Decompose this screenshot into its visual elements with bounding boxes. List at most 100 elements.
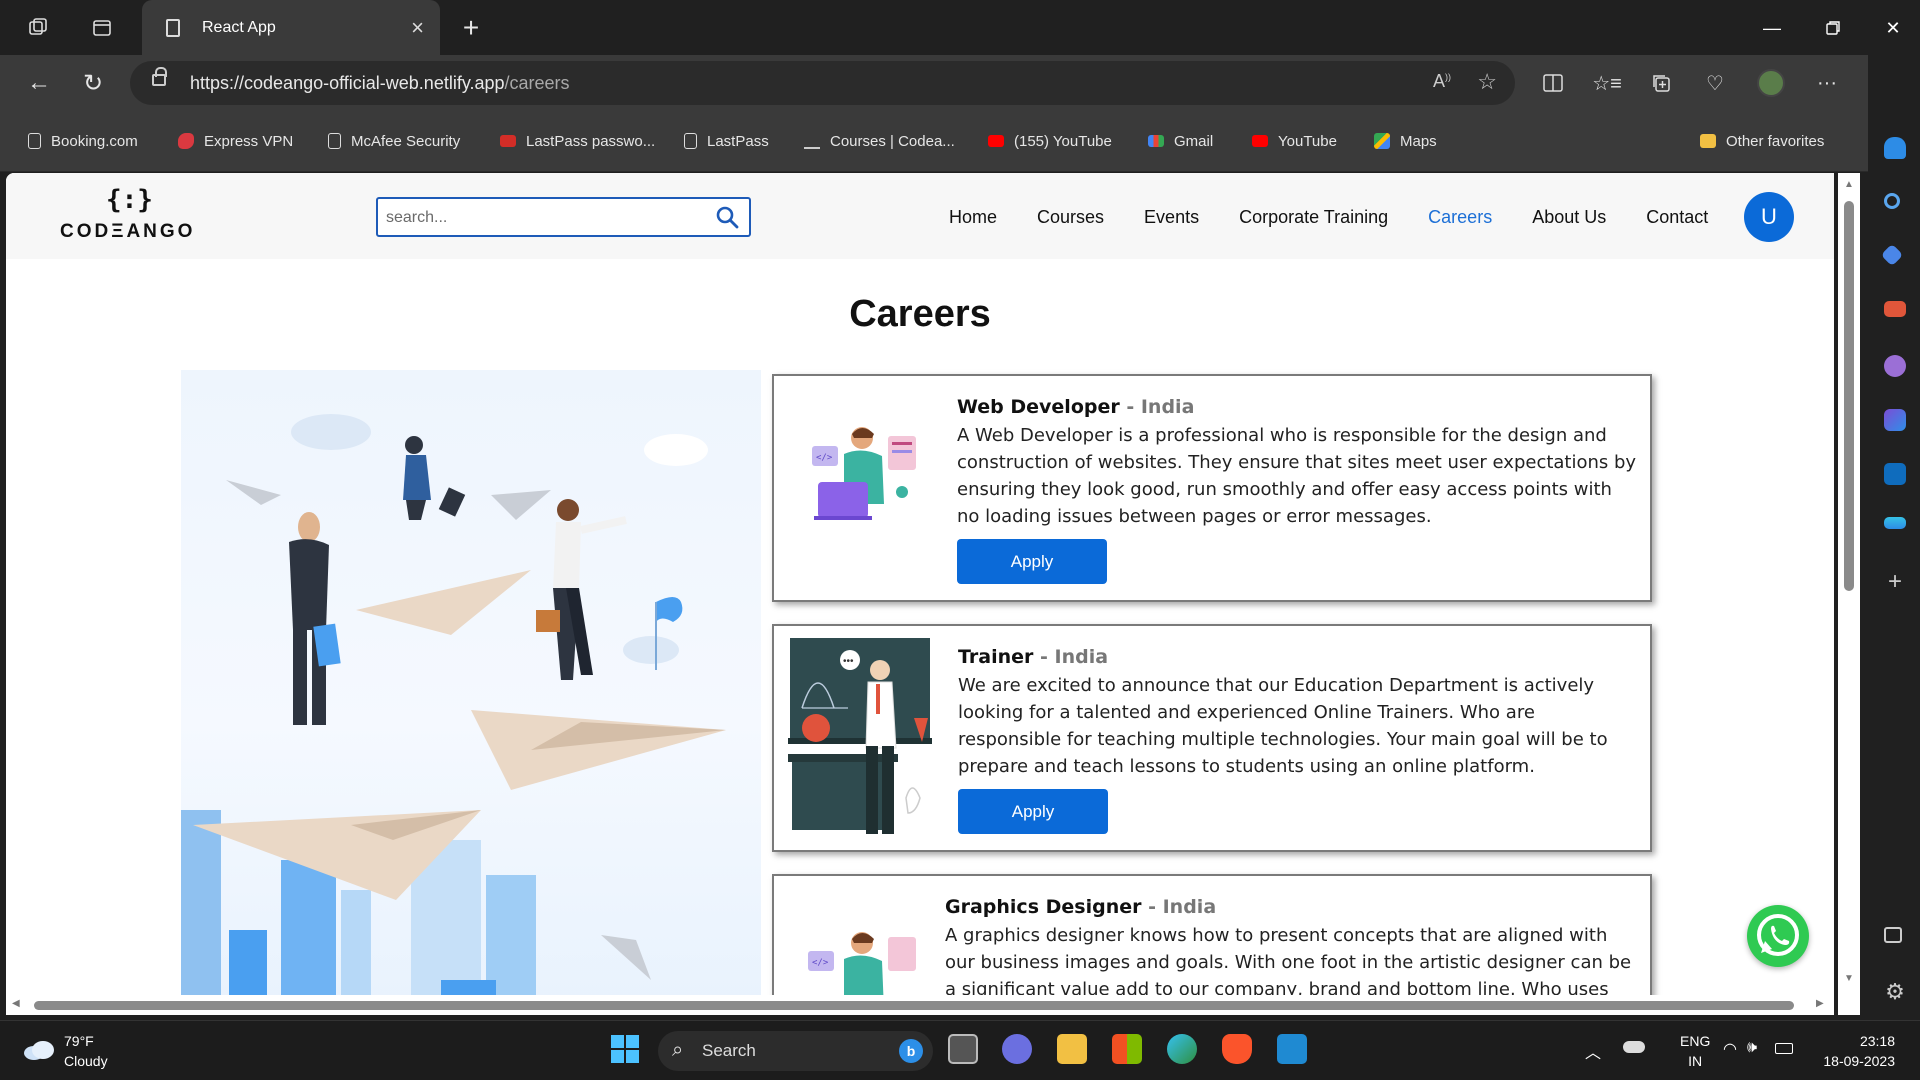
back-icon[interactable]: ← xyxy=(22,66,56,100)
svg-text:</>: </> xyxy=(816,453,833,463)
settings-gear-icon[interactable]: ⚙ xyxy=(1884,981,1906,1003)
favorite-lastpass[interactable]: LastPass xyxy=(684,130,769,152)
taskbar-search[interactable]: ⌕ Search b xyxy=(658,1031,933,1071)
file-explorer-icon[interactable] xyxy=(1057,1034,1087,1064)
favorite-mcafee[interactable]: McAfee Security xyxy=(328,130,460,152)
job-separator: - xyxy=(1119,396,1141,418)
outlook-icon[interactable] xyxy=(1884,463,1906,485)
weather-condition: Cloudy xyxy=(64,1053,108,1069)
favorite-star-icon[interactable]: ☆ xyxy=(1477,69,1497,95)
cloud-icon xyxy=(24,1041,54,1060)
horizontal-scroll-thumb[interactable] xyxy=(34,1001,1794,1010)
favorite-lastpass-password[interactable]: LastPass passwo... xyxy=(500,130,655,152)
close-window-icon[interactable]: ✕ xyxy=(1873,12,1913,44)
favorite-gmail[interactable]: Gmail xyxy=(1148,130,1213,152)
svg-text:</>: </> xyxy=(812,958,829,968)
battery-icon[interactable] xyxy=(1775,1043,1793,1054)
shopping-tag-icon[interactable] xyxy=(1880,243,1904,267)
active-tab[interactable]: React App × xyxy=(142,0,440,55)
clock[interactable]: 23:18 18-09-2023 xyxy=(1815,1031,1895,1071)
notifications-bell-icon[interactable] xyxy=(1884,137,1906,159)
new-tab-button[interactable]: + xyxy=(455,12,487,44)
minimize-icon[interactable]: — xyxy=(1752,12,1792,44)
close-tab-icon[interactable]: × xyxy=(411,15,424,41)
nav-about-us[interactable]: About Us xyxy=(1532,207,1606,231)
user-avatar[interactable]: U xyxy=(1744,192,1794,242)
workspaces-icon[interactable] xyxy=(22,12,54,44)
codeango-icon xyxy=(804,133,820,149)
page-title: Careers xyxy=(849,293,991,335)
drop-icon[interactable] xyxy=(1884,517,1906,529)
job-title: Graphics Designer xyxy=(945,896,1142,918)
search-icon[interactable] xyxy=(1884,193,1900,209)
tab-title: React App xyxy=(202,18,276,36)
scroll-up-arrow-icon[interactable]: ▲ xyxy=(1844,179,1854,190)
address-bar[interactable]: https://codeango-official-web.netlify.ap… xyxy=(130,61,1515,105)
favorite-booking[interactable]: Booking.com xyxy=(28,130,138,152)
favorite-maps[interactable]: Maps xyxy=(1374,130,1437,152)
search-input[interactable] xyxy=(386,205,706,231)
split-screen-icon[interactable] xyxy=(1536,66,1570,100)
web-developer-illustration: </> xyxy=(812,427,916,520)
scroll-right-arrow-icon[interactable]: ▶ xyxy=(1816,998,1824,1009)
expressvpn-icon xyxy=(178,133,194,149)
add-sidebar-app-icon[interactable]: + xyxy=(1884,570,1906,594)
start-button[interactable] xyxy=(610,1034,640,1064)
search-icon[interactable] xyxy=(715,205,739,229)
nav-careers[interactable]: Careers xyxy=(1428,207,1492,231)
edge-browser-icon[interactable] xyxy=(1167,1034,1197,1064)
more-options-icon[interactable]: ··· xyxy=(1810,66,1844,100)
nav-courses[interactable]: Courses xyxy=(1037,207,1104,231)
address-bar-row: ← ↻ https://codeango-official-web.netlif… xyxy=(0,55,1920,110)
job-card-web-developer: </> Web Developer - India A Web Develope… xyxy=(772,374,1652,602)
bing-icon: b xyxy=(899,1039,923,1063)
collections-icon[interactable] xyxy=(1644,66,1678,100)
tools-icon[interactable] xyxy=(1884,301,1906,317)
microsoft-365-icon[interactable] xyxy=(1884,409,1906,431)
refresh-icon[interactable]: ↻ xyxy=(76,66,110,100)
nav-home[interactable]: Home xyxy=(949,207,997,231)
teams-chat-icon[interactable] xyxy=(1002,1034,1032,1064)
nav-events[interactable]: Events xyxy=(1144,207,1199,231)
read-aloud-icon[interactable]: A)) xyxy=(1433,71,1451,92)
job-separator: - xyxy=(1141,896,1163,918)
horizontal-scrollbar[interactable]: ◀ ▶ xyxy=(6,995,1834,1015)
profile-avatar-icon[interactable] xyxy=(1754,66,1788,100)
onedrive-icon[interactable] xyxy=(1623,1041,1645,1053)
whatsapp-chat-button[interactable] xyxy=(1747,905,1809,967)
tab-actions-icon[interactable] xyxy=(86,12,118,44)
vertical-scrollbar[interactable]: ▲ ▼ xyxy=(1838,173,1860,1015)
browser-essentials-icon[interactable]: ♡ xyxy=(1698,66,1732,100)
job-card-trainer: ••• Trainer - India We are excited to an… xyxy=(772,624,1652,852)
other-favorites[interactable]: Other favorites xyxy=(1700,130,1824,152)
show-hidden-icons-icon[interactable]: ︿ xyxy=(1585,1039,1601,1063)
favorite-expressvpn[interactable]: Express VPN xyxy=(178,130,293,152)
task-view-icon[interactable] xyxy=(948,1034,978,1064)
favorite-courses-codeango[interactable]: Courses | Codea... xyxy=(804,130,955,152)
nav-contact[interactable]: Contact xyxy=(1646,207,1708,231)
vertical-scroll-thumb[interactable] xyxy=(1844,201,1854,591)
job-description: We are excited to announce that our Educ… xyxy=(958,675,1608,777)
apply-button-trainer[interactable]: Apply xyxy=(958,789,1108,834)
scroll-down-arrow-icon[interactable]: ▼ xyxy=(1844,973,1854,984)
codeango-logo[interactable]: {:} CODΞANGO xyxy=(60,185,200,245)
favorite-youtube-155[interactable]: (155) YouTube xyxy=(988,130,1112,152)
wifi-icon[interactable]: ◠ xyxy=(1723,1039,1737,1059)
hide-sidebar-icon[interactable] xyxy=(1884,927,1902,943)
favorite-youtube[interactable]: YouTube xyxy=(1252,130,1337,152)
vscode-icon[interactable] xyxy=(1277,1034,1307,1064)
brave-browser-icon[interactable] xyxy=(1222,1034,1252,1064)
microsoft-store-icon[interactable] xyxy=(1112,1034,1142,1064)
apply-button-web-developer[interactable]: Apply xyxy=(957,539,1107,584)
favorites-icon[interactable]: ☆≡ xyxy=(1590,66,1624,100)
logo-mark: {:} xyxy=(106,185,153,215)
scroll-left-arrow-icon[interactable]: ◀ xyxy=(12,998,20,1009)
main-nav: Home Courses Events Corporate Training C… xyxy=(949,207,1708,231)
games-icon[interactable] xyxy=(1884,355,1906,377)
language-indicator[interactable]: ENG IN xyxy=(1680,1031,1710,1071)
document-icon xyxy=(684,133,697,149)
volume-icon[interactable]: 🕪 xyxy=(1747,1039,1757,1057)
nav-corporate-training[interactable]: Corporate Training xyxy=(1239,207,1388,231)
restore-icon[interactable] xyxy=(1813,12,1853,44)
site-search xyxy=(376,197,751,237)
